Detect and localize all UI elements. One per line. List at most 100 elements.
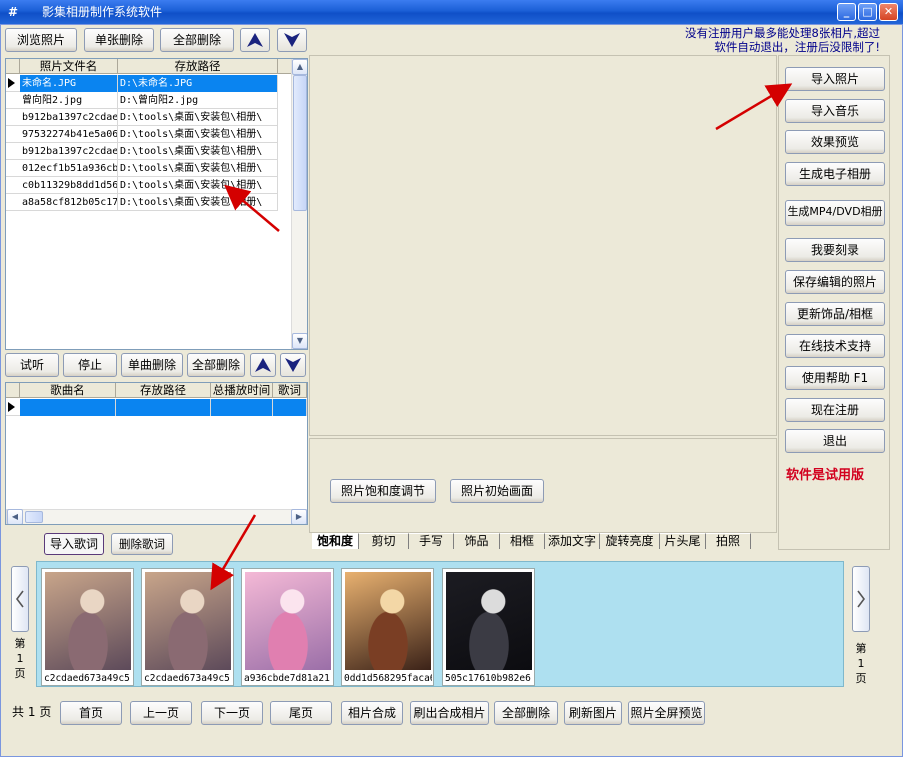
scroll-up-icon[interactable]: ▲ xyxy=(292,59,307,75)
arrow-down-icon xyxy=(284,33,300,47)
photo-row[interactable]: 曾向阳2.jpg D:\曾向阳2.jpg xyxy=(6,92,278,109)
preview-effect-button[interactable]: 效果预览 xyxy=(785,130,885,154)
minimize-button[interactable]: _ xyxy=(837,3,856,21)
chevron-right-icon xyxy=(857,590,865,608)
delete-photo-button[interactable]: 单张删除 xyxy=(84,28,154,52)
col-duration[interactable]: 总播放时间 xyxy=(211,383,273,398)
registration-notice: 没有注册用户最多能处理8张相片,超过 软件自动退出，注册后没限制了! xyxy=(620,26,880,54)
tab-6[interactable]: 旋转亮度 xyxy=(600,533,660,549)
col-song-name[interactable]: 歌曲名 xyxy=(20,383,116,398)
update-decorations-button[interactable]: 更新饰品/相框 xyxy=(785,302,885,326)
tab-2[interactable]: 手写 xyxy=(409,533,454,549)
initial-view-button[interactable]: 照片初始画面 xyxy=(450,479,544,503)
compose-photo-button[interactable]: 相片合成 xyxy=(341,701,403,725)
photo-row[interactable]: 未命名.JPG D:\未命名.JPG xyxy=(6,75,278,92)
tab-7[interactable]: 片头尾 xyxy=(660,533,706,549)
next-thumb-page-button[interactable] xyxy=(852,566,870,632)
photo-thumbnail[interactable]: 505c17610b982e6 xyxy=(442,568,535,686)
save-edited-photo-button[interactable]: 保存编辑的照片 xyxy=(785,270,885,294)
col-path[interactable]: 存放路径 xyxy=(118,59,278,74)
prev-page-button[interactable]: 上一页 xyxy=(130,701,192,725)
app-icon: # xyxy=(7,5,19,19)
anime-photo-1-icon xyxy=(145,572,231,670)
fullscreen-preview-button[interactable]: 照片全屏预览 xyxy=(628,701,705,725)
delete-song-button[interactable]: 单曲删除 xyxy=(121,353,183,377)
register-button[interactable]: 现在注册 xyxy=(785,398,885,422)
scroll-thumb[interactable] xyxy=(293,75,307,211)
photo-row[interactable]: a8a58cf812b05c17 D:\tools\桌面\安装包\相册\ xyxy=(6,194,278,211)
tab-4[interactable]: 相框 xyxy=(500,533,545,549)
photo-thumbnail[interactable]: 0dd1d568295faca6 xyxy=(341,568,434,686)
import-music-button[interactable]: 导入音乐 xyxy=(785,99,885,123)
photo-filename-cell: a8a58cf812b05c17 xyxy=(20,194,118,211)
generate-album-button[interactable]: 生成电子相册 xyxy=(785,162,885,186)
render-composite-button[interactable]: 刷出合成相片 xyxy=(410,701,489,725)
photo-row[interactable]: b912ba1397c2cdae D:\tools\桌面\安装包\相册\ xyxy=(6,109,278,126)
h-scroll-thumb[interactable] xyxy=(25,511,43,523)
photo-row[interactable]: c0b11329b8dd1d56 D:\tools\桌面\安装包\相册\ xyxy=(6,177,278,194)
right-page-indicator: 第 1 页 xyxy=(852,641,870,686)
delete-all-thumbs-button[interactable]: 全部删除 xyxy=(494,701,558,725)
thumbnail-caption: c2cdaed673a49c5 xyxy=(44,673,130,684)
prev-thumb-page-button[interactable] xyxy=(11,566,29,632)
arrow-down-icon xyxy=(285,358,301,372)
last-page-button[interactable]: 尾页 xyxy=(270,701,332,725)
move-up-button[interactable] xyxy=(240,28,270,52)
tab-5[interactable]: 添加文字 xyxy=(545,533,600,549)
scroll-left-icon[interactable]: ◀ xyxy=(7,509,23,524)
tab-0[interactable]: 饱和度 xyxy=(312,533,359,549)
first-page-button[interactable]: 首页 xyxy=(60,701,122,725)
move-down-button[interactable] xyxy=(277,28,307,52)
delete-lyrics-button[interactable]: 删除歌词 xyxy=(111,533,173,555)
delete-all-songs-button[interactable]: 全部删除 xyxy=(187,353,245,377)
photo-path-cell: D:\tools\桌面\安装包\相册\ xyxy=(118,126,278,143)
photo-thumbnail[interactable]: a936cbde7d81a21 xyxy=(241,568,334,686)
song-up-button[interactable] xyxy=(250,353,276,377)
browse-photos-button[interactable]: 浏览照片 xyxy=(5,28,77,52)
saturation-button[interactable]: 照片饱和度调节 xyxy=(330,479,436,503)
next-page-button[interactable]: 下一页 xyxy=(201,701,263,725)
photo-filename-cell: b912ba1397c2cdae xyxy=(20,143,118,160)
photo-thumbnail[interactable]: c2cdaed673a49c5 xyxy=(141,568,234,686)
generate-mp4-dvd-button[interactable]: 生成MP4/DVD相册 xyxy=(785,200,885,226)
maximize-button[interactable]: □ xyxy=(858,3,877,21)
help-button[interactable]: 使用帮助 F1 xyxy=(785,366,885,390)
col-song-path[interactable]: 存放路径 xyxy=(116,383,211,398)
photo-filename-cell: 97532274b41e5a06 xyxy=(20,126,118,143)
online-support-button[interactable]: 在线技术支持 xyxy=(785,334,885,358)
scroll-right-icon[interactable]: ▶ xyxy=(291,509,307,524)
burn-disc-button[interactable]: 我要刻录 xyxy=(785,238,885,262)
tab-8[interactable]: 拍照 xyxy=(706,533,751,549)
music-list-grid[interactable]: 歌曲名 存放路径 总播放时间 歌词 ◀ ▶ xyxy=(5,382,308,525)
refresh-images-button[interactable]: 刷新图片 xyxy=(564,701,622,725)
delete-all-photos-button[interactable]: 全部删除 xyxy=(160,28,234,52)
photo-filename-cell: c0b11329b8dd1d56 xyxy=(20,177,118,194)
col-lyrics[interactable]: 歌词 xyxy=(273,383,307,398)
photo-filename-cell: 未命名.JPG xyxy=(20,75,118,92)
tab-3[interactable]: 饰品 xyxy=(454,533,500,549)
photo-row[interactable]: 97532274b41e5a06 D:\tools\桌面\安装包\相册\ xyxy=(6,126,278,143)
tab-1[interactable]: 剪切 xyxy=(359,533,409,549)
exit-button[interactable]: 退出 xyxy=(785,429,885,453)
trial-version-label: 软件是试用版 xyxy=(786,468,865,483)
import-lyrics-button[interactable]: 导入歌词 xyxy=(44,533,104,555)
listen-button[interactable]: 试听 xyxy=(5,353,59,377)
music-row[interactable] xyxy=(6,399,307,416)
photo-row[interactable]: 012ecf1b51a936cb D:\tools\桌面\安装包\相册\ xyxy=(6,160,278,177)
music-hscrollbar[interactable]: ◀ ▶ xyxy=(6,509,307,524)
photo-row[interactable]: b912ba1397c2cdae D:\tools\桌面\安装包\相册\ xyxy=(6,143,278,160)
stop-button[interactable]: 停止 xyxy=(63,353,117,377)
scroll-down-icon[interactable]: ▼ xyxy=(292,333,307,349)
close-button[interactable]: ✕ xyxy=(879,3,898,21)
photo-filename-cell: b912ba1397c2cdae xyxy=(20,109,118,126)
anime-photo-pink-icon xyxy=(245,572,331,670)
preview-panel[interactable] xyxy=(309,55,777,436)
photo-grid-scrollbar[interactable]: ▲ ▼ xyxy=(291,59,307,349)
import-photos-button[interactable]: 导入照片 xyxy=(785,67,885,91)
music-cell xyxy=(211,399,273,416)
page-label: 第 xyxy=(14,637,26,650)
photo-thumbnail[interactable]: c2cdaed673a49c5 xyxy=(41,568,134,686)
col-filename[interactable]: 照片文件名 xyxy=(20,59,118,74)
photo-list-grid[interactable]: 照片文件名 存放路径 未命名.JPG D:\未命名.JPG 曾向阳2.jpg D:\曾… xyxy=(5,58,308,350)
song-down-button[interactable] xyxy=(280,353,306,377)
